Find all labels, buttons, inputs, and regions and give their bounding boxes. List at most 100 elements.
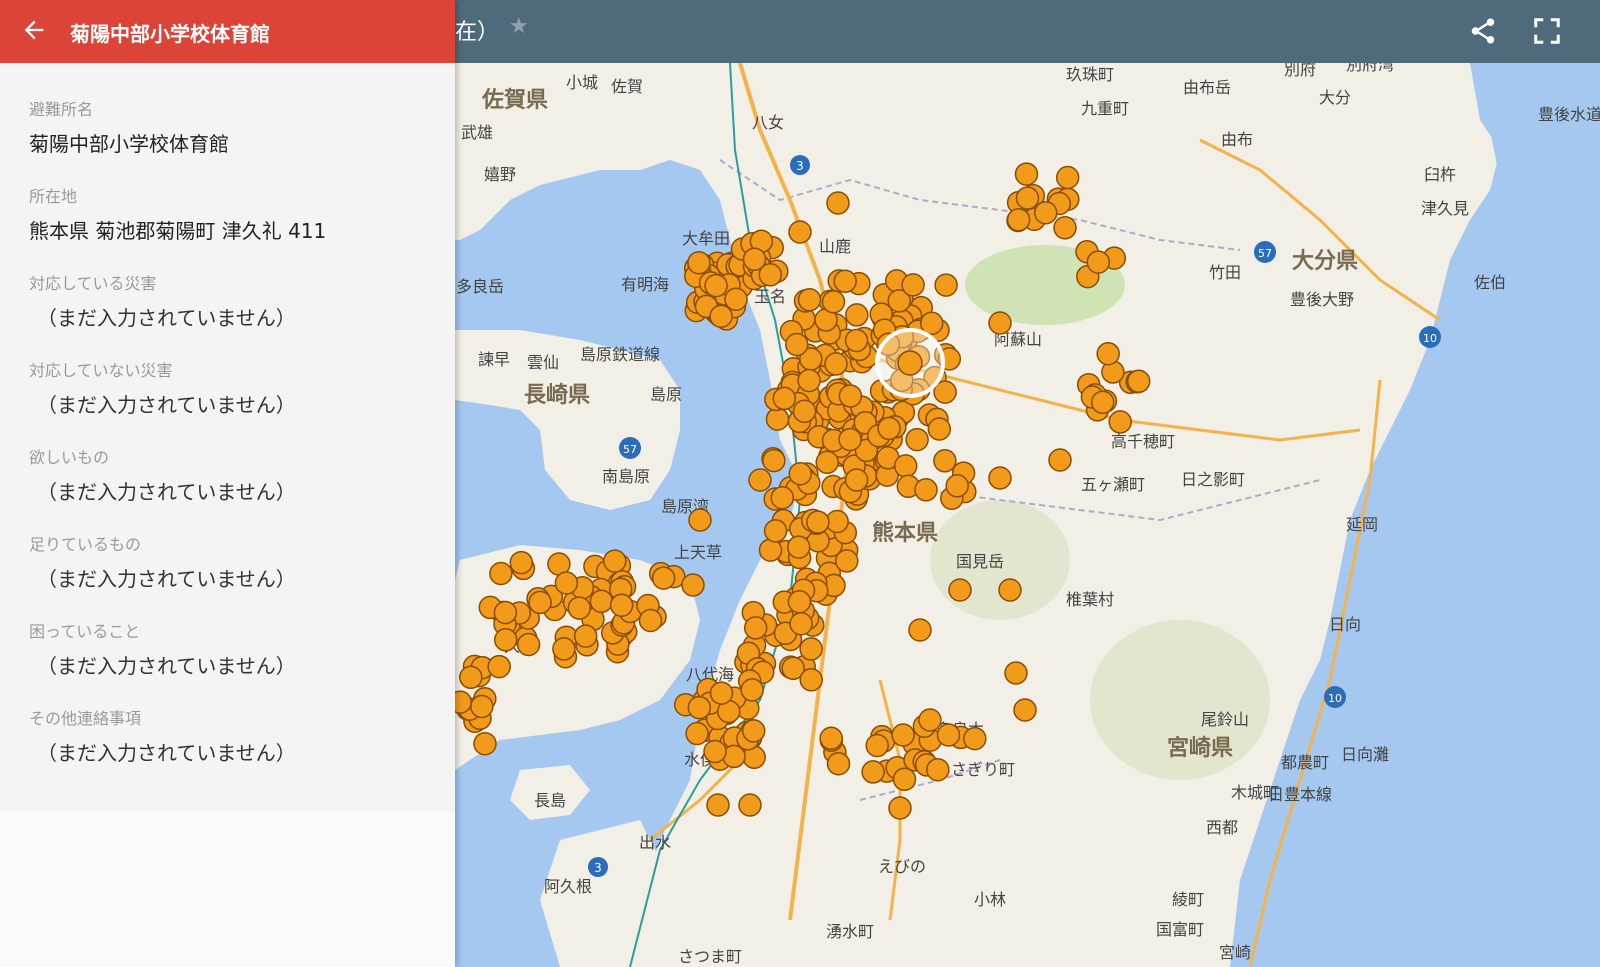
shelter-marker[interactable] bbox=[740, 678, 764, 702]
shelter-marker[interactable] bbox=[681, 573, 705, 597]
shelter-marker[interactable] bbox=[888, 796, 912, 820]
shelter-marker[interactable] bbox=[826, 751, 851, 776]
shelter-marker[interactable] bbox=[470, 694, 494, 719]
shelter-marker[interactable] bbox=[687, 695, 712, 720]
shelter-marker[interactable] bbox=[554, 571, 579, 595]
shelter-marker[interactable] bbox=[738, 793, 762, 817]
shelter-marker[interactable] bbox=[528, 590, 552, 615]
shelter-marker[interactable] bbox=[861, 760, 885, 784]
shelter-marker[interactable] bbox=[788, 220, 812, 244]
shelter-marker[interactable] bbox=[1086, 250, 1111, 274]
shelter-marker[interactable] bbox=[926, 757, 950, 782]
shelter-marker[interactable] bbox=[1013, 698, 1037, 722]
shelter-marker[interactable] bbox=[770, 485, 795, 510]
shelter-marker[interactable] bbox=[815, 450, 839, 475]
shelter-marker[interactable] bbox=[948, 578, 972, 602]
shelter-marker[interactable] bbox=[844, 468, 869, 492]
shelter-marker[interactable] bbox=[573, 624, 598, 648]
shelter-marker[interactable] bbox=[724, 287, 748, 311]
shelter-marker[interactable] bbox=[704, 273, 728, 298]
shelter-marker[interactable] bbox=[609, 593, 634, 617]
shelter-marker[interactable] bbox=[819, 726, 843, 751]
shelter-marker[interactable] bbox=[1108, 410, 1132, 434]
shelter-marker[interactable] bbox=[988, 311, 1012, 335]
shelter-marker[interactable] bbox=[703, 739, 727, 764]
shelter-marker[interactable] bbox=[762, 448, 786, 473]
shelter-marker[interactable] bbox=[788, 461, 813, 486]
shelter-marker[interactable] bbox=[709, 681, 734, 705]
shelter-marker[interactable] bbox=[933, 449, 957, 473]
shelter-marker[interactable] bbox=[1014, 162, 1039, 186]
shelter-marker[interactable] bbox=[905, 427, 929, 452]
shelter-marker[interactable] bbox=[552, 637, 576, 661]
share-icon[interactable] bbox=[1468, 16, 1498, 46]
shelter-marker[interactable] bbox=[688, 508, 712, 532]
shelter-marker[interactable] bbox=[821, 290, 846, 314]
shelter-marker[interactable] bbox=[998, 578, 1022, 602]
shelter-marker[interactable] bbox=[789, 611, 813, 636]
selected-location-marker[interactable] bbox=[875, 328, 945, 398]
shelter-marker[interactable] bbox=[936, 723, 961, 747]
shelter-marker[interactable] bbox=[638, 608, 663, 633]
shelter-marker[interactable] bbox=[892, 767, 917, 792]
shelter-marker[interactable] bbox=[748, 468, 772, 492]
shelter-marker[interactable] bbox=[765, 407, 790, 431]
shelter-marker[interactable] bbox=[1096, 341, 1120, 366]
shelter-marker[interactable] bbox=[799, 668, 823, 692]
shelter-marker[interactable] bbox=[459, 665, 483, 690]
shelter-marker[interactable] bbox=[651, 566, 676, 590]
shelter-marker[interactable] bbox=[772, 386, 797, 411]
shelter-marker[interactable] bbox=[901, 273, 925, 297]
shelter-marker[interactable] bbox=[509, 550, 534, 575]
shelter-marker[interactable] bbox=[824, 352, 848, 376]
shelter-marker[interactable] bbox=[914, 478, 938, 502]
shelter-marker[interactable] bbox=[706, 793, 730, 817]
shelter-marker[interactable] bbox=[493, 628, 518, 652]
shelter-marker[interactable] bbox=[792, 399, 817, 424]
shelter-marker[interactable] bbox=[927, 417, 952, 441]
shelter-marker[interactable] bbox=[1033, 200, 1058, 225]
shelter-marker[interactable] bbox=[891, 723, 915, 747]
shelter-marker[interactable] bbox=[742, 247, 767, 271]
shelter-marker[interactable] bbox=[516, 632, 541, 657]
shelter-marker[interactable] bbox=[838, 384, 863, 408]
shelter-marker[interactable] bbox=[743, 616, 768, 640]
shelter-marker[interactable] bbox=[1048, 448, 1072, 472]
shelter-marker[interactable] bbox=[908, 618, 932, 642]
shelter-marker[interactable] bbox=[741, 719, 766, 743]
shelter-marker[interactable] bbox=[865, 733, 889, 758]
shelter-marker[interactable] bbox=[945, 474, 969, 498]
shelter-marker[interactable] bbox=[806, 510, 830, 534]
shelter-marker[interactable] bbox=[786, 535, 811, 559]
shelter-marker[interactable] bbox=[799, 637, 823, 661]
fullscreen-icon[interactable] bbox=[1532, 16, 1562, 46]
shelter-marker[interactable] bbox=[473, 731, 497, 756]
star-icon[interactable]: ★ bbox=[509, 14, 529, 39]
shelter-marker[interactable] bbox=[963, 726, 987, 751]
shelter-marker[interactable] bbox=[877, 416, 901, 441]
shelter-marker[interactable] bbox=[489, 561, 513, 586]
shelter-marker[interactable] bbox=[797, 288, 822, 312]
shelter-marker[interactable] bbox=[687, 250, 711, 275]
shelter-marker[interactable] bbox=[1004, 661, 1028, 685]
shelter-marker[interactable] bbox=[493, 600, 518, 625]
shelter-marker[interactable] bbox=[685, 721, 709, 746]
shelter-marker[interactable] bbox=[709, 304, 733, 328]
shelter-marker[interactable] bbox=[833, 269, 857, 294]
shelter-marker[interactable] bbox=[835, 549, 859, 573]
shelter-marker[interactable] bbox=[1055, 165, 1080, 190]
shelter-marker[interactable] bbox=[838, 427, 862, 452]
shelter-marker[interactable] bbox=[845, 303, 869, 327]
shelter-marker[interactable] bbox=[844, 328, 869, 353]
shelter-marker[interactable] bbox=[1015, 186, 1040, 210]
shelter-marker[interactable] bbox=[787, 589, 812, 614]
shelter-marker[interactable] bbox=[918, 708, 942, 732]
shelter-marker[interactable] bbox=[758, 538, 783, 562]
shelter-marker[interactable] bbox=[763, 519, 788, 543]
shelter-marker[interactable] bbox=[487, 654, 511, 679]
back-arrow-icon[interactable] bbox=[20, 16, 48, 44]
shelter-marker[interactable] bbox=[934, 273, 958, 297]
shelter-marker[interactable] bbox=[1126, 369, 1151, 394]
shelter-marker[interactable] bbox=[1090, 390, 1115, 415]
shelter-marker[interactable] bbox=[589, 589, 614, 614]
